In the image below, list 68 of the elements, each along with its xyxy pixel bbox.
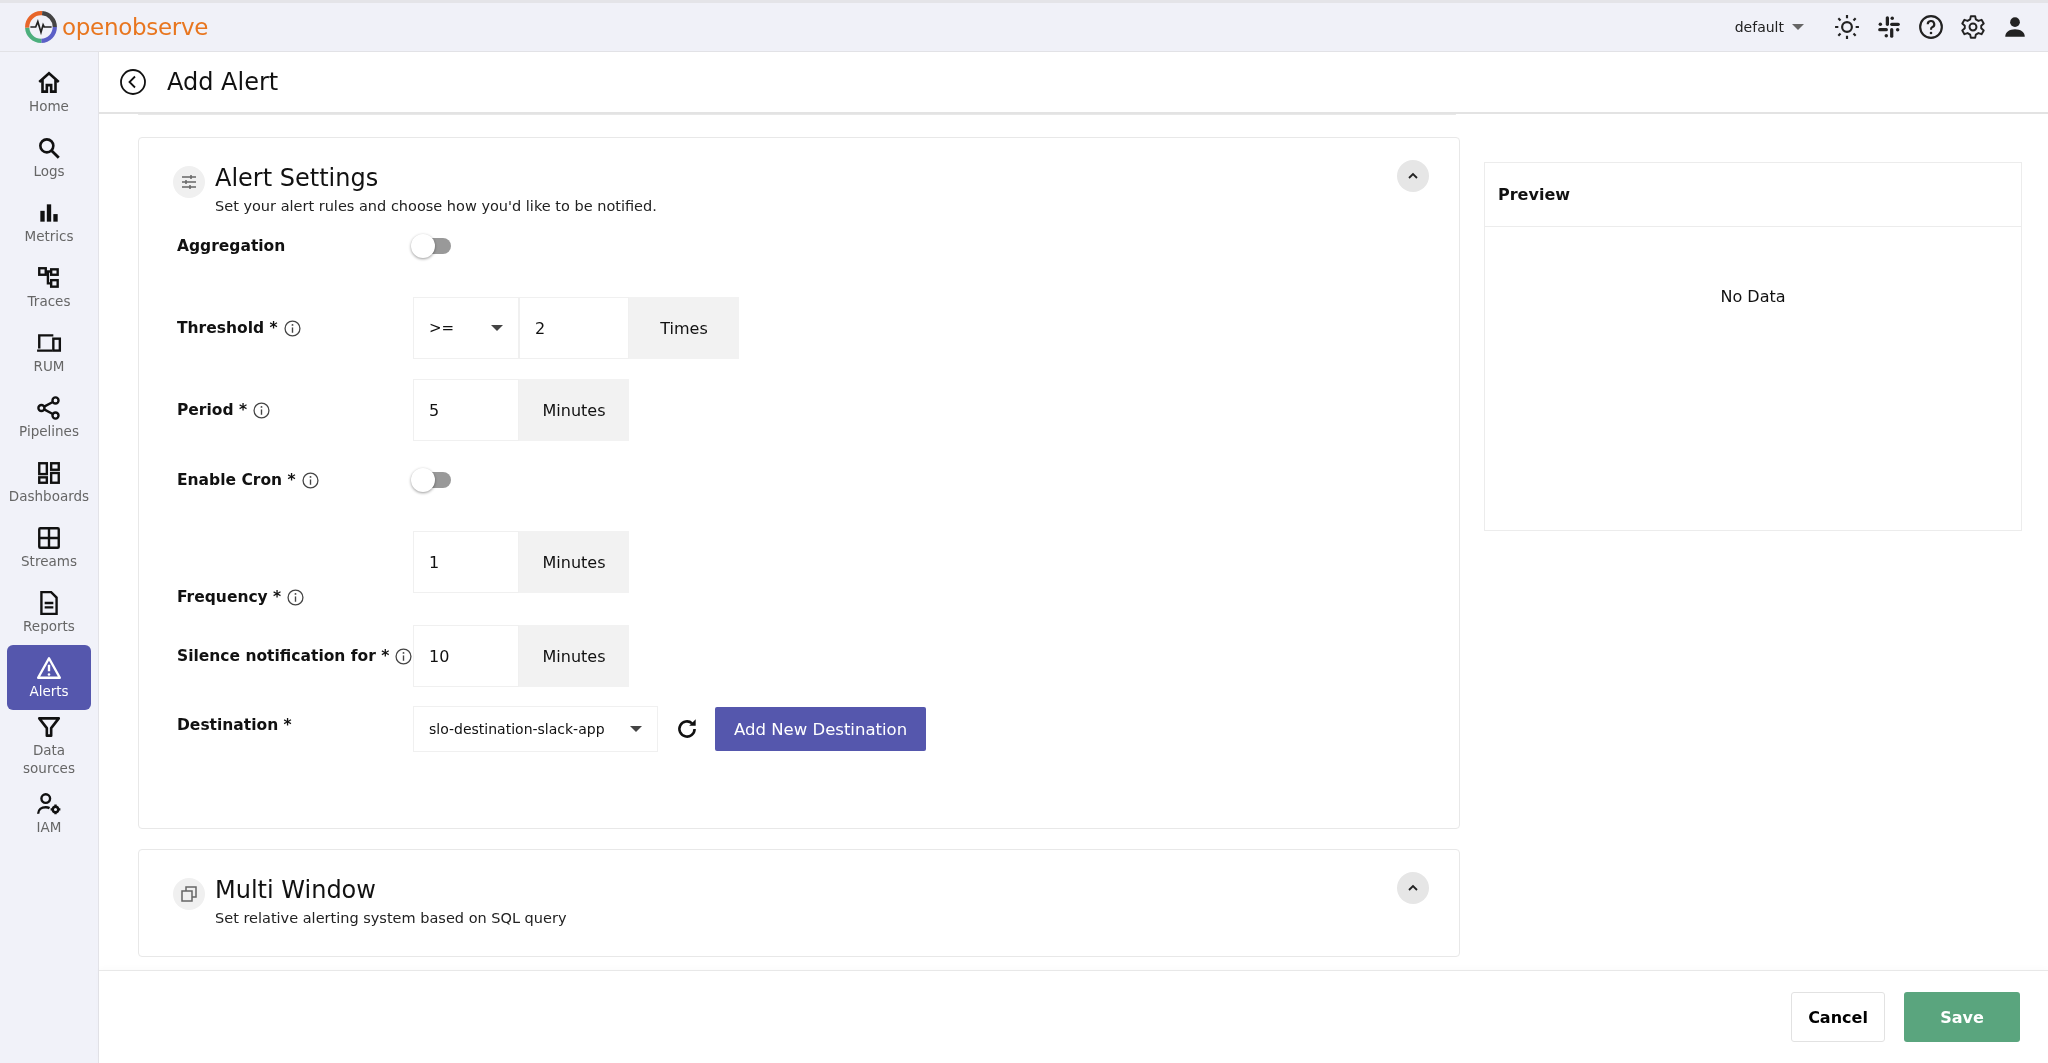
number-field[interactable]: 2 xyxy=(519,297,629,359)
unit-label: Minutes xyxy=(519,379,629,441)
sidebar-item[interactable]: Dashboards xyxy=(7,450,91,515)
user-icon[interactable] xyxy=(2002,14,2028,40)
caret-icon xyxy=(1792,24,1804,30)
section-title: Multi Window xyxy=(215,876,377,904)
field-label: Threshold * xyxy=(177,319,278,337)
info-icon[interactable] xyxy=(301,471,319,489)
collapse-button[interactable] xyxy=(1397,160,1429,192)
save-button[interactable]: Save xyxy=(1904,992,2020,1042)
caret-icon xyxy=(630,726,642,732)
sidebar-item[interactable]: Pipelines xyxy=(7,385,91,450)
sidebar-item[interactable]: Logs xyxy=(7,125,91,190)
preview-title: Preview xyxy=(1485,163,2021,227)
info-icon[interactable] xyxy=(395,647,413,665)
field-label: Silence notification for * xyxy=(177,647,390,665)
grid-icon xyxy=(36,524,62,551)
field-label: Destination * xyxy=(177,716,292,734)
info-icon[interactable] xyxy=(253,401,271,419)
help-icon[interactable] xyxy=(1918,14,1944,40)
field-label: Aggregation xyxy=(177,237,286,255)
number-field[interactable]: 10 xyxy=(413,625,519,687)
back-button[interactable] xyxy=(119,68,147,96)
sidebar-item[interactable]: Streams xyxy=(7,515,91,580)
sun-icon[interactable] xyxy=(1834,14,1860,40)
field-label: Period * xyxy=(177,401,248,419)
unit-label: Minutes xyxy=(519,625,629,687)
field-label: Enable Cron * xyxy=(177,471,296,489)
number-field[interactable]: 5 xyxy=(413,379,519,441)
sidebar-item[interactable]: RUM xyxy=(7,320,91,385)
dashboard-icon xyxy=(36,459,62,486)
sidebar-item[interactable]: Reports xyxy=(7,580,91,645)
caret-icon xyxy=(491,325,503,331)
cancel-button[interactable]: Cancel xyxy=(1791,992,1885,1042)
usergear-icon xyxy=(36,790,62,817)
warning-icon xyxy=(36,654,62,681)
field-label: Frequency * xyxy=(177,588,282,606)
windows-icon xyxy=(173,878,205,910)
section-subtitle: Set relative alerting system based on SQL query xyxy=(215,910,568,926)
sidebar-item[interactable]: Data sources xyxy=(7,710,91,782)
sidebar-item[interactable]: Home xyxy=(7,60,91,125)
number-field[interactable]: 1 xyxy=(413,531,519,593)
destination-select[interactable]: slo-destination-slack-app xyxy=(413,706,658,752)
traces-icon xyxy=(36,264,62,291)
unit-label: Minutes xyxy=(519,531,629,593)
section-subtitle: Set your alert rules and choose how you'd like to be notified. xyxy=(215,198,658,214)
sidebar-item[interactable]: Alerts xyxy=(7,645,91,710)
slack-icon[interactable] xyxy=(1876,14,1902,40)
collapse-button[interactable] xyxy=(1397,872,1429,904)
home-icon xyxy=(36,69,62,96)
sidebar-item[interactable]: IAM xyxy=(7,781,91,847)
unit-label: Times xyxy=(629,297,739,359)
org-selector[interactable]: default xyxy=(1730,15,1808,39)
info-icon[interactable] xyxy=(287,588,305,606)
settings-icon[interactable] xyxy=(1960,14,1986,40)
logo-text: openobserve xyxy=(62,14,209,40)
section-title: Alert Settings xyxy=(215,164,380,192)
info-icon[interactable] xyxy=(283,319,301,337)
filter-icon xyxy=(36,714,62,740)
empty-message: No Data xyxy=(1720,287,1786,306)
add-destination-button[interactable]: Add New Destination xyxy=(715,707,927,751)
operator-select[interactable]: >= xyxy=(413,297,519,359)
sliders-icon xyxy=(173,166,205,198)
sidebar-item[interactable]: Metrics xyxy=(7,190,91,255)
page-title: Add Alert xyxy=(167,68,279,96)
share-icon xyxy=(36,394,62,421)
sidebar-item[interactable]: Traces xyxy=(7,255,91,320)
logo-icon xyxy=(24,10,58,44)
